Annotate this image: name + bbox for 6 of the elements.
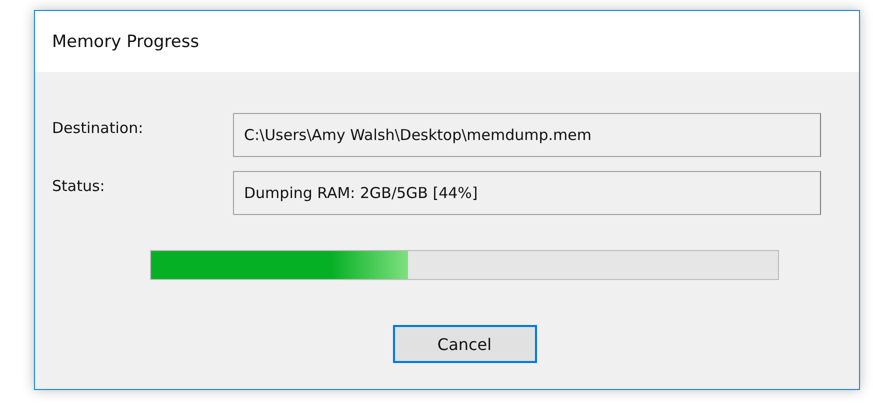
- readonly-field: C:\Users\Amy Walsh\Desktop\memdump.mem: [233, 113, 821, 157]
- field-label: Status:: [52, 176, 106, 195]
- field-label: Destination:: [52, 118, 144, 137]
- cancel-button[interactable]: Cancel: [392, 325, 536, 363]
- readonly-field: Dumping RAM: 2GB/5GB [44%]: [233, 171, 821, 215]
- window-title: Memory Progress: [52, 32, 200, 52]
